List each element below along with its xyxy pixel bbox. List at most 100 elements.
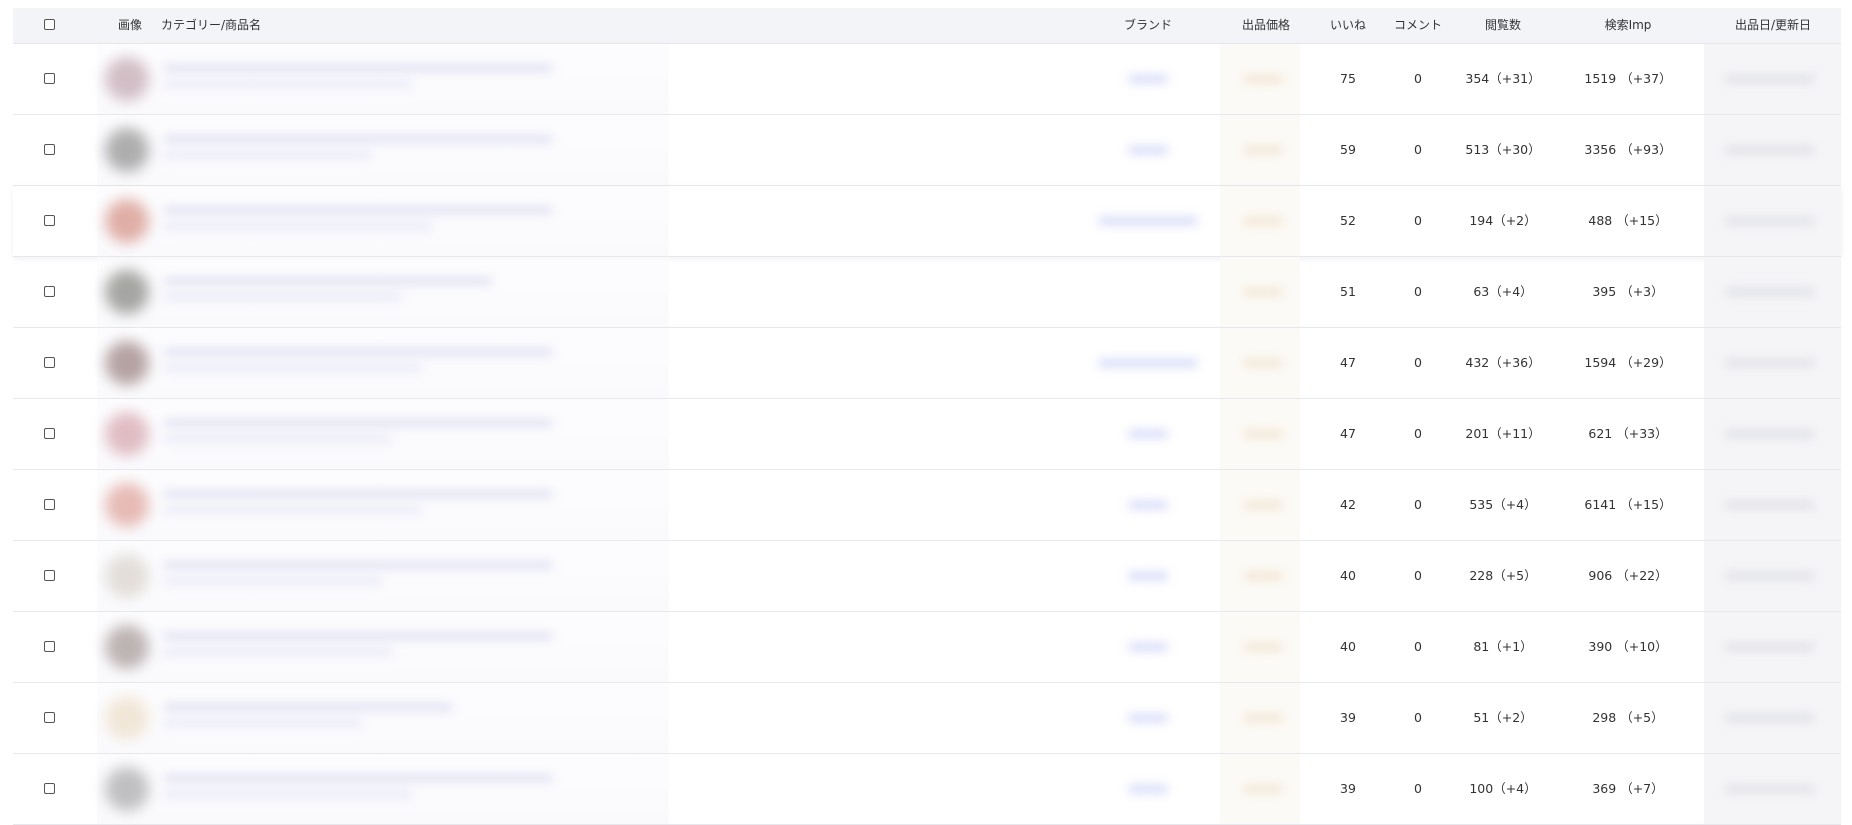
- likes-value: 40: [1340, 568, 1356, 583]
- product-thumbnail[interactable]: [105, 199, 149, 243]
- table-row[interactable]: 75 0 354（+31） 1519 （+37）: [13, 44, 1841, 115]
- header-listed-updated[interactable]: 出品日/更新日: [1713, 8, 1833, 43]
- table-row[interactable]: 51 0 63（+4） 395 （+3）: [13, 257, 1841, 328]
- table-body: 75 0 354（+31） 1519 （+37） 59 0 513（+30） 3356 （+9…: [13, 44, 1841, 825]
- product-category: [163, 719, 363, 727]
- views-value: 81（+1）: [1473, 639, 1533, 654]
- price-value: [1243, 430, 1283, 438]
- select-all-checkbox[interactable]: [44, 19, 55, 30]
- brand-link[interactable]: [1128, 643, 1168, 651]
- product-name-area: [97, 541, 669, 611]
- table-row[interactable]: 52 0 194（+2） 488 （+15）: [13, 186, 1841, 257]
- brand-link[interactable]: [1128, 146, 1168, 154]
- row-checkbox[interactable]: [44, 783, 55, 794]
- product-name-link[interactable]: [163, 774, 553, 782]
- product-name-link[interactable]: [163, 64, 553, 72]
- product-name-link[interactable]: [163, 490, 553, 498]
- views-value: 513（+30）: [1465, 142, 1541, 157]
- listed-updated-value: [1725, 643, 1815, 651]
- header-image[interactable]: 画像: [105, 8, 155, 43]
- brand-link[interactable]: [1128, 501, 1168, 509]
- row-checkbox[interactable]: [44, 712, 55, 723]
- table-row[interactable]: 40 0 228（+5） 906 （+22）: [13, 541, 1841, 612]
- product-name-area: [97, 186, 669, 256]
- brand-link[interactable]: [1098, 359, 1198, 367]
- brand-link[interactable]: [1098, 217, 1198, 225]
- product-category: [163, 293, 403, 301]
- product-thumbnail[interactable]: [105, 625, 149, 669]
- table-row[interactable]: 42 0 535（+4） 6141 （+15）: [13, 470, 1841, 541]
- brand-link[interactable]: [1128, 572, 1168, 580]
- row-checkbox[interactable]: [44, 215, 55, 226]
- price-value: [1243, 501, 1283, 509]
- comments-value: 0: [1414, 213, 1422, 228]
- product-category: [163, 151, 373, 159]
- product-thumbnail[interactable]: [105, 767, 149, 811]
- price-value: [1243, 146, 1283, 154]
- table-row[interactable]: 39 0 51（+2） 298 （+5）: [13, 683, 1841, 754]
- search-imp-value: 6141 （+15）: [1584, 497, 1672, 512]
- listed-updated-value: [1725, 430, 1815, 438]
- row-checkbox[interactable]: [44, 144, 55, 155]
- listed-updated-value: [1725, 146, 1815, 154]
- row-checkbox[interactable]: [44, 286, 55, 297]
- product-name-link[interactable]: [163, 206, 553, 214]
- product-thumbnail[interactable]: [105, 270, 149, 314]
- product-thumbnail[interactable]: [105, 57, 149, 101]
- brand-link[interactable]: [1128, 75, 1168, 83]
- search-imp-value: 906 （+22）: [1588, 568, 1668, 583]
- listed-updated-value: [1725, 288, 1815, 296]
- comments-value: 0: [1414, 426, 1422, 441]
- price-value: [1243, 359, 1283, 367]
- header-likes[interactable]: いいね: [1313, 8, 1383, 43]
- listed-updated-value: [1725, 217, 1815, 225]
- table-row[interactable]: 59 0 513（+30） 3356 （+93）: [13, 115, 1841, 186]
- comments-value: 0: [1414, 355, 1422, 370]
- product-name-link[interactable]: [163, 419, 553, 427]
- comments-value: 0: [1414, 781, 1422, 796]
- product-thumbnail[interactable]: [105, 128, 149, 172]
- product-name-area: [97, 257, 669, 327]
- header-brand[interactable]: ブランド: [1108, 8, 1188, 43]
- listed-updated-value: [1725, 572, 1815, 580]
- row-checkbox[interactable]: [44, 641, 55, 652]
- product-thumbnail[interactable]: [105, 483, 149, 527]
- search-imp-value: 369 （+7）: [1592, 781, 1664, 796]
- comments-value: 0: [1414, 142, 1422, 157]
- header-category-name[interactable]: カテゴリー/商品名: [161, 8, 261, 43]
- brand-link[interactable]: [1128, 714, 1168, 722]
- header-comments[interactable]: コメント: [1383, 8, 1453, 43]
- product-name-link[interactable]: [163, 561, 553, 569]
- header-views[interactable]: 閲覧数: [1453, 8, 1553, 43]
- likes-value: 59: [1340, 142, 1356, 157]
- header-price[interactable]: 出品価格: [1226, 8, 1306, 43]
- product-name-link[interactable]: [163, 135, 553, 143]
- product-thumbnail[interactable]: [105, 412, 149, 456]
- brand-link[interactable]: [1128, 785, 1168, 793]
- row-checkbox[interactable]: [44, 428, 55, 439]
- views-value: 354（+31）: [1465, 71, 1541, 86]
- header-search-imp[interactable]: 検索Imp: [1573, 8, 1683, 43]
- product-thumbnail[interactable]: [105, 341, 149, 385]
- likes-value: 51: [1340, 284, 1356, 299]
- row-checkbox[interactable]: [44, 357, 55, 368]
- table-row[interactable]: 47 0 432（+36） 1594 （+29）: [13, 328, 1841, 399]
- product-category: [163, 790, 413, 798]
- product-name-link[interactable]: [163, 348, 553, 356]
- product-name-link[interactable]: [163, 632, 553, 640]
- product-name-area: [97, 328, 669, 398]
- product-thumbnail[interactable]: [105, 696, 149, 740]
- table-row[interactable]: 47 0 201（+11） 621 （+33）: [13, 399, 1841, 470]
- product-name-link[interactable]: [163, 277, 493, 285]
- brand-link[interactable]: [1128, 430, 1168, 438]
- product-name-link[interactable]: [163, 703, 453, 711]
- row-checkbox[interactable]: [44, 570, 55, 581]
- product-category: [163, 577, 383, 585]
- product-category: [163, 222, 433, 230]
- product-thumbnail[interactable]: [105, 554, 149, 598]
- table-row[interactable]: 39 0 100（+4） 369 （+7）: [13, 754, 1841, 825]
- table-row[interactable]: 40 0 81（+1） 390 （+10）: [13, 612, 1841, 683]
- row-checkbox[interactable]: [44, 73, 55, 84]
- search-imp-value: 298 （+5）: [1592, 710, 1664, 725]
- row-checkbox[interactable]: [44, 499, 55, 510]
